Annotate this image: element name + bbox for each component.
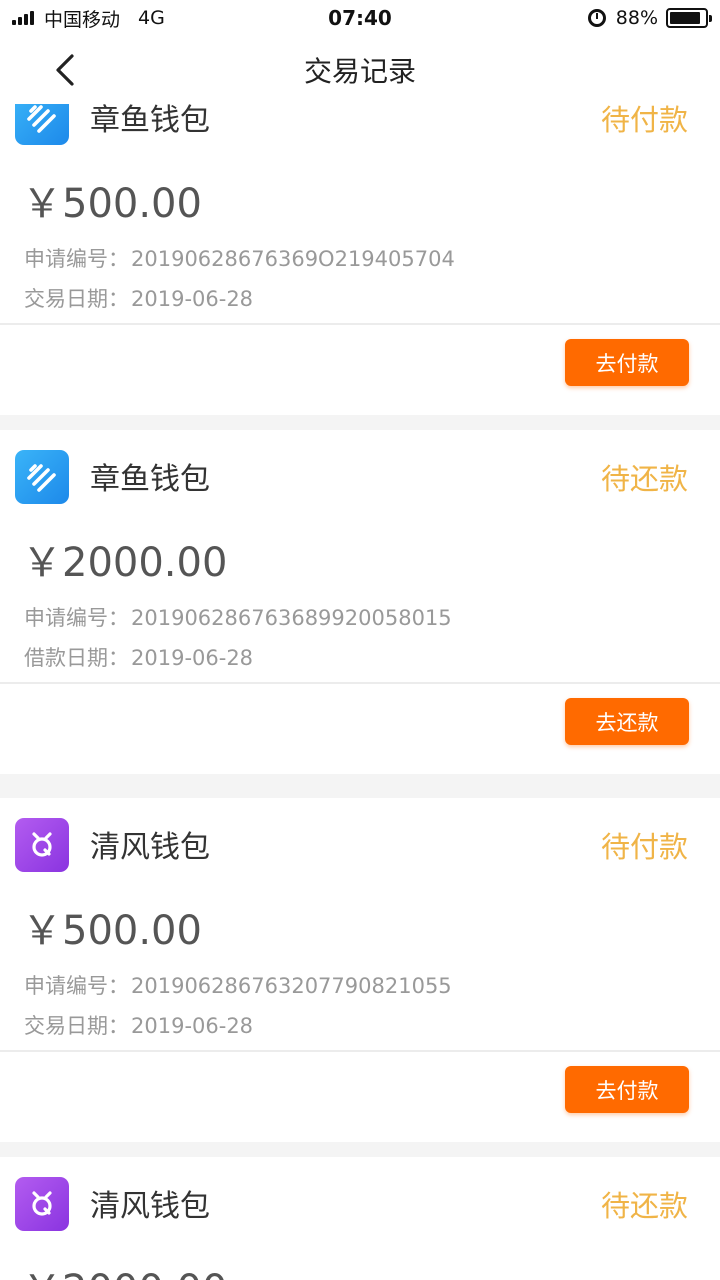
amount: ￥500.00 (22, 181, 202, 227)
status-badge: 待付款 (600, 830, 688, 864)
transaction-card: 章鱼钱包 待还款 ￥2000.00 申请编号：20190628676368992… (0, 430, 720, 774)
date-row: 交易日期：2019-06-28 (24, 283, 253, 313)
application-id: 201906286763207790821055 (131, 974, 452, 998)
nav-bar: 交易记录 (0, 36, 720, 104)
application-id: 20190628676369O219405704 (131, 247, 455, 271)
application-id: 201906286763689920058015 (131, 606, 452, 630)
card-header: 章鱼钱包 待还款 (0, 430, 720, 522)
date-value: 2019-06-28 (131, 1014, 254, 1038)
application-id-label: 申请编号： (24, 974, 129, 998)
status-badge: 待还款 (600, 1189, 688, 1223)
date-value: 2019-06-28 (131, 287, 254, 311)
battery-percent: 88% (615, 7, 658, 29)
card-header: 清风钱包 待付款 (0, 798, 720, 890)
application-id-row: 申请编号：201906286763207790821055 (24, 970, 452, 1000)
amount: ￥500.00 (22, 908, 202, 954)
date-label: 交易日期： (24, 1014, 129, 1038)
status-bar: 中国移动 4G 07:40 88% (0, 0, 720, 36)
transaction-card: 章鱼钱包 待付款 ￥500.00 申请编号：20190628676369O219… (0, 71, 720, 415)
app-name: 清风钱包 (90, 1189, 210, 1224)
divider (0, 323, 720, 325)
status-right: 88% (587, 0, 712, 36)
status-badge: 待还款 (600, 462, 688, 496)
application-id-row: 申请编号：20190628676369O219405704 (24, 243, 455, 273)
date-label: 交易日期： (24, 287, 129, 311)
card-header: 清风钱包 待还款 (0, 1157, 720, 1249)
application-id-row: 申请编号：201906286763689920058015 (24, 602, 452, 632)
date-row: 借款日期：2019-06-28 (24, 642, 253, 672)
app-name: 清风钱包 (90, 830, 210, 865)
transaction-card: 清风钱包 待付款 ￥500.00 申请编号：201906286763207790… (0, 798, 720, 1142)
repay-button[interactable]: 去还款 (565, 698, 689, 745)
date-value: 2019-06-28 (131, 646, 254, 670)
application-id-label: 申请编号： (24, 606, 129, 630)
amount: ￥2000.00 (22, 1257, 227, 1280)
pay-button[interactable]: 去付款 (565, 1066, 689, 1113)
app-name: 章鱼钱包 (90, 462, 210, 497)
date-label: 借款日期： (24, 646, 129, 670)
amount: ￥2000.00 (22, 540, 228, 586)
alarm-icon (587, 9, 606, 27)
divider (0, 1050, 720, 1052)
page-title: 交易记录 (303, 55, 416, 88)
octopus-wallet-icon (15, 450, 69, 504)
pay-button[interactable]: 去付款 (565, 339, 689, 386)
date-row: 交易日期：2019-06-28 (24, 1010, 253, 1040)
qingfeng-wallet-icon (15, 818, 69, 872)
application-id-label: 申请编号： (24, 247, 129, 271)
divider (0, 682, 720, 684)
qingfeng-wallet-icon (15, 1177, 69, 1231)
battery-icon (666, 8, 712, 28)
transaction-card: 清风钱包 待还款 ￥2000.00 (0, 1157, 720, 1280)
